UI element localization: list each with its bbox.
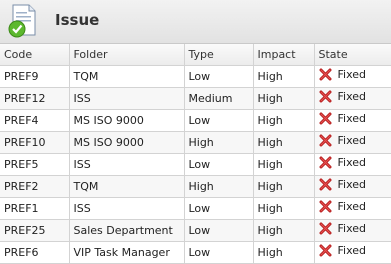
cell-impact: High xyxy=(253,219,315,242)
state-label: Fixed xyxy=(337,222,367,235)
cell-code: PREF25 xyxy=(0,219,70,242)
cell-type: Low xyxy=(184,241,254,264)
cell-type: Low xyxy=(184,153,254,176)
red-x-icon xyxy=(319,222,331,235)
cell-type: Medium xyxy=(184,87,254,110)
column-header-impact[interactable]: Impact xyxy=(253,44,315,66)
column-header-state[interactable]: State xyxy=(314,44,391,66)
table-row[interactable]: PREF5 ISS Low High Fixed xyxy=(0,153,391,176)
cell-folder: MS ISO 9000 xyxy=(69,131,185,154)
cell-folder: TQM xyxy=(69,65,185,88)
issue-grid: Code Folder Type Impact State PREF9 TQM Lo… xyxy=(0,44,391,264)
state-label: Fixed xyxy=(337,200,367,213)
cell-folder: VIP Task Manager xyxy=(69,241,185,264)
state-label: Fixed xyxy=(337,112,367,125)
table-row[interactable]: PREF9 TQM Low High Fixed xyxy=(0,65,391,88)
cell-impact: High xyxy=(253,153,315,176)
state-label: Fixed xyxy=(337,178,367,191)
document-check-icon xyxy=(8,4,36,38)
column-header-type[interactable]: Type xyxy=(184,44,254,66)
red-x-icon xyxy=(319,90,331,103)
cell-code: PREF4 xyxy=(0,109,70,132)
table-row[interactable]: PREF25 Sales Department Low High Fixed xyxy=(0,219,391,242)
column-header-folder[interactable]: Folder xyxy=(69,44,185,66)
cell-type: Low xyxy=(184,109,254,132)
cell-state: Fixed xyxy=(314,241,391,264)
header-bar: Issue xyxy=(0,0,391,44)
cell-type: High xyxy=(184,175,254,198)
cell-state: Fixed xyxy=(314,219,391,242)
cell-state: Fixed xyxy=(314,131,391,154)
cell-code: PREF10 xyxy=(0,131,70,154)
table-row[interactable]: PREF1 ISS Low High Fixed xyxy=(0,197,391,220)
table-row[interactable]: PREF10 MS ISO 9000 High High Fixed xyxy=(0,131,391,154)
cell-state: Fixed xyxy=(314,153,391,176)
cell-impact: High xyxy=(253,109,315,132)
cell-state: Fixed xyxy=(314,197,391,220)
state-label: Fixed xyxy=(337,90,367,103)
cell-folder: Sales Department xyxy=(69,219,185,242)
cell-state: Fixed xyxy=(314,87,391,110)
cell-impact: High xyxy=(253,175,315,198)
cell-folder: ISS xyxy=(69,197,185,220)
cell-code: PREF5 xyxy=(0,153,70,176)
red-x-icon xyxy=(319,68,331,81)
cell-folder: MS ISO 9000 xyxy=(69,109,185,132)
cell-impact: High xyxy=(253,241,315,264)
cell-type: Low xyxy=(184,219,254,242)
red-x-icon xyxy=(319,200,331,213)
cell-impact: High xyxy=(253,197,315,220)
cell-impact: High xyxy=(253,65,315,88)
grid-header-row: Code Folder Type Impact State xyxy=(0,44,391,66)
cell-folder: ISS xyxy=(69,87,185,110)
cell-folder: TQM xyxy=(69,175,185,198)
cell-impact: High xyxy=(253,131,315,154)
state-label: Fixed xyxy=(337,244,367,257)
column-header-code[interactable]: Code xyxy=(0,44,70,66)
table-row[interactable]: PREF12 ISS Medium High Fixed xyxy=(0,87,391,110)
cell-code: PREF1 xyxy=(0,197,70,220)
state-label: Fixed xyxy=(337,134,367,147)
cell-state: Fixed xyxy=(314,65,391,88)
cell-impact: High xyxy=(253,87,315,110)
cell-folder: ISS xyxy=(69,153,185,176)
cell-type: Low xyxy=(184,65,254,88)
cell-state: Fixed xyxy=(314,175,391,198)
state-label: Fixed xyxy=(337,156,367,169)
page-title: Issue xyxy=(55,11,100,29)
red-x-icon xyxy=(319,134,331,147)
red-x-icon xyxy=(319,178,331,191)
table-row[interactable]: PREF4 MS ISO 9000 Low High Fixed xyxy=(0,109,391,132)
table-row[interactable]: PREF2 TQM High High Fixed xyxy=(0,175,391,198)
red-x-icon xyxy=(319,244,331,257)
cell-type: Low xyxy=(184,197,254,220)
cell-type: High xyxy=(184,131,254,154)
cell-code: PREF6 xyxy=(0,241,70,264)
cell-code: PREF2 xyxy=(0,175,70,198)
cell-state: Fixed xyxy=(314,109,391,132)
cell-code: PREF9 xyxy=(0,65,70,88)
red-x-icon xyxy=(319,112,331,125)
table-row[interactable]: PREF6 VIP Task Manager Low High Fixed xyxy=(0,241,391,264)
state-label: Fixed xyxy=(337,68,367,81)
red-x-icon xyxy=(319,156,331,169)
cell-code: PREF12 xyxy=(0,87,70,110)
